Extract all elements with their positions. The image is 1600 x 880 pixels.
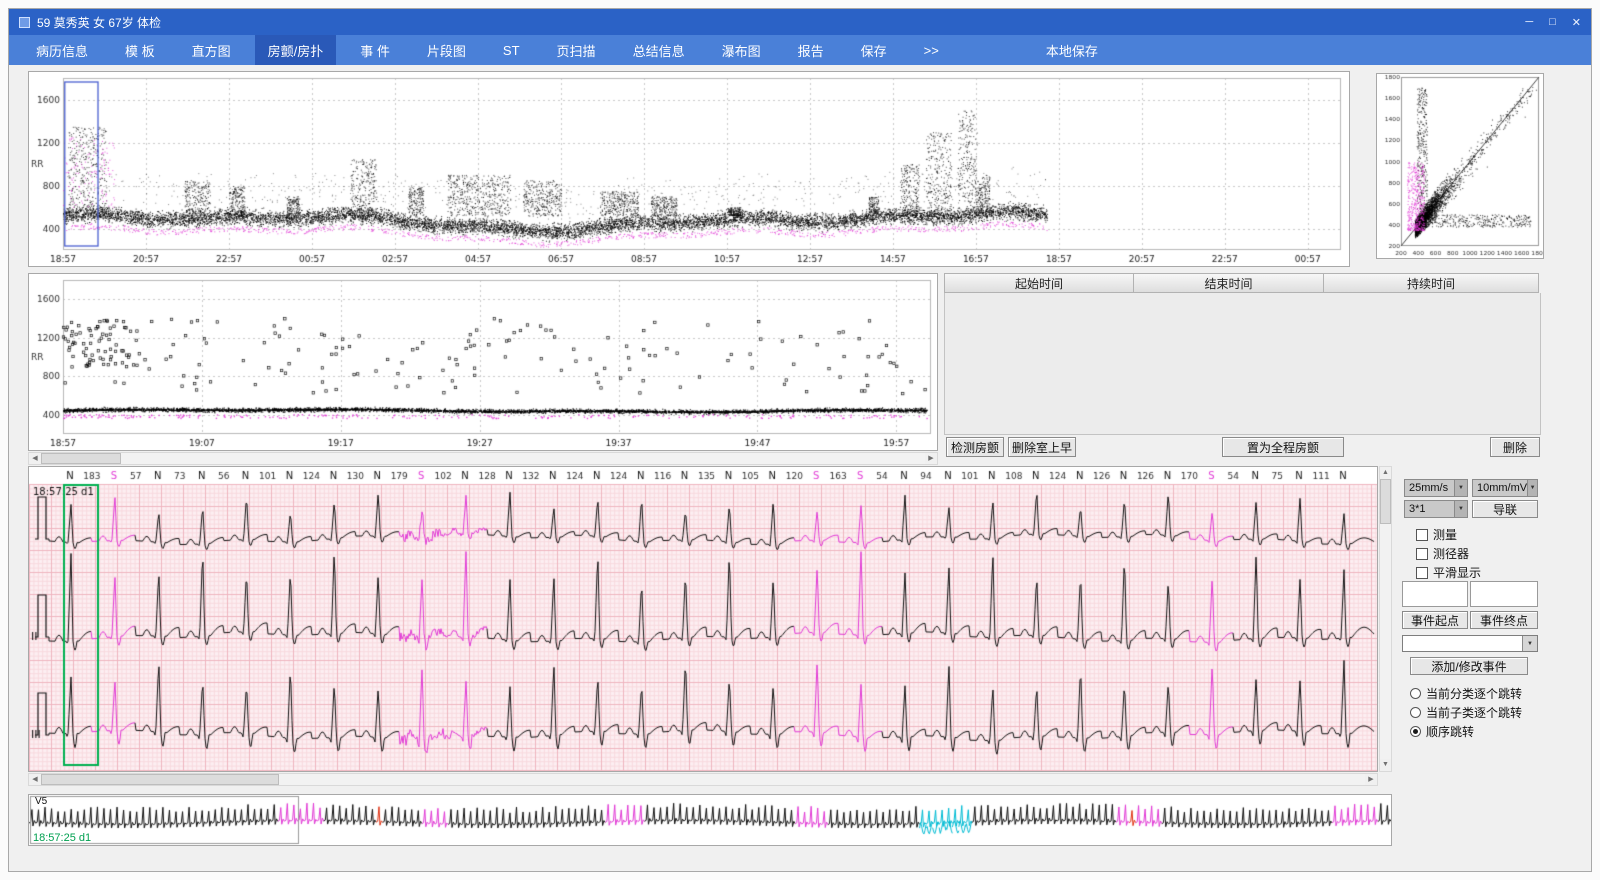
episodes-col-start[interactable]: 起始时间	[944, 273, 1134, 293]
checkbox-icon	[1416, 548, 1428, 560]
tab-st[interactable]: ST	[490, 35, 533, 65]
event-end-button[interactable]: 事件终点	[1470, 611, 1538, 629]
main-toolbar: 病历信息模 板直方图房颤/房扑事 件片段图 ST 页扫描总结信息瀑布图报告保存 >> 本…	[9, 35, 1591, 65]
scrollbar-thumb[interactable]	[41, 453, 121, 464]
checkbox-smooth-display[interactable]: 平滑显示	[1416, 564, 1481, 581]
tab-histogram[interactable]: 直方图	[179, 35, 244, 65]
radio-jump-sequential-label: 顺序跳转	[1426, 723, 1474, 740]
event-start-button[interactable]: 事件起点	[1402, 611, 1468, 629]
maximize-button[interactable]: □	[1549, 16, 1556, 29]
scroll-down-arrow[interactable]: ▼	[1380, 759, 1391, 771]
scrollbar-track[interactable]	[41, 453, 925, 464]
app-icon	[19, 17, 30, 28]
checkbox-measure-label: 测量	[1433, 526, 1457, 543]
tab-more[interactable]: >>	[911, 35, 952, 65]
checkbox-icon	[1416, 567, 1428, 579]
mini-timestamp: 18:57:25 d1	[33, 832, 91, 844]
delete-sve-button[interactable]: 删除室上早	[1008, 437, 1076, 457]
tab-report[interactable]: 报告	[785, 35, 837, 65]
tab-local-save[interactable]: 本地保存	[1033, 35, 1111, 65]
chevron-down-icon: ▼	[1454, 501, 1467, 517]
scroll-left-arrow[interactable]: ◀	[29, 453, 41, 464]
gain-select[interactable]: 10mm/mV ▼	[1472, 479, 1538, 497]
set-whole-af-button[interactable]: 置为全程房颤	[1222, 437, 1344, 457]
rr-zoom-chart[interactable]	[29, 274, 937, 450]
speed-value: 25mm/s	[1409, 482, 1448, 494]
lead-button[interactable]: 导联	[1472, 500, 1538, 518]
chevron-down-icon: ▼	[1527, 480, 1537, 496]
radio-jump-by-subclass[interactable]: 当前子类逐个跳转	[1410, 704, 1522, 721]
ecg-controls-panel: 25mm/s ▼ 10mm/mV ▼ 3*1 ▼ 导联 测量测径器平滑显示 事件…	[1396, 469, 1548, 784]
window-title: 59 莫秀英 女 67岁 体检	[37, 14, 161, 31]
minimize-button[interactable]: ─	[1525, 16, 1533, 29]
window-controls: ─ □ ✕	[1525, 16, 1581, 29]
ecg-strip-chart[interactable]	[29, 467, 1377, 771]
tab-page-scan[interactable]: 页扫描	[544, 35, 609, 65]
checkbox-measure[interactable]: 测量	[1416, 526, 1457, 543]
chevron-down-icon: ▼	[1522, 636, 1537, 651]
checkbox-icon	[1416, 529, 1428, 541]
radio-icon	[1410, 726, 1421, 737]
tab-template[interactable]: 模 板	[112, 35, 168, 65]
scroll-left-arrow[interactable]: ◀	[29, 774, 41, 785]
scroll-right-arrow[interactable]: ▶	[1365, 774, 1377, 785]
checkbox-caliper-label: 测径器	[1433, 545, 1469, 562]
tab-fragments[interactable]: 片段图	[414, 35, 479, 65]
ecg-horizontal-scrollbar[interactable]: ◀▶	[28, 773, 1378, 786]
scrollbar-track[interactable]	[41, 774, 1365, 785]
tab-summary[interactable]: 总结信息	[620, 35, 698, 65]
speed-select[interactable]: 25mm/s ▼	[1404, 479, 1468, 497]
poincare-panel	[1376, 73, 1544, 259]
gain-value: 10mm/mV	[1477, 482, 1527, 494]
radio-jump-sequential[interactable]: 顺序跳转	[1410, 723, 1474, 740]
overview-strip-panel: V5 18:57:25 d1	[28, 794, 1392, 846]
event-type-select[interactable]: ▼	[1402, 635, 1538, 652]
close-button[interactable]: ✕	[1572, 16, 1581, 29]
add-modify-event-button[interactable]: 添加/修改事件	[1410, 657, 1528, 675]
detect-af-button[interactable]: 检测房颤	[946, 437, 1004, 457]
scroll-right-arrow[interactable]: ▶	[925, 453, 937, 464]
tab-events[interactable]: 事 件	[347, 35, 403, 65]
radio-icon	[1410, 688, 1421, 699]
layout-value: 3*1	[1409, 503, 1426, 515]
title-bar: 59 莫秀英 女 67岁 体检 ─ □ ✕	[9, 9, 1591, 35]
episodes-header: 起始时间结束时间持续时间	[944, 273, 1541, 293]
episodes-actions: 检测房颤删除室上早 置为全程房颤 删除	[944, 437, 1544, 459]
episodes-col-end[interactable]: 结束时间	[1134, 273, 1324, 293]
app-window: 59 莫秀英 女 67岁 体检 ─ □ ✕ 病历信息模 板直方图房颤/房扑事 件…	[8, 8, 1592, 872]
chevron-down-icon: ▼	[1454, 480, 1467, 496]
episodes-col-duration[interactable]: 持续时间	[1324, 273, 1539, 293]
tab-patient-info[interactable]: 病历信息	[23, 35, 101, 65]
layout-select[interactable]: 3*1 ▼	[1404, 500, 1468, 518]
event-end-field[interactable]	[1470, 581, 1538, 607]
poincare-chart[interactable]	[1377, 74, 1543, 258]
overview-strip-chart[interactable]	[29, 795, 1391, 845]
event-start-field[interactable]	[1402, 581, 1468, 607]
rr-zoom-panel	[28, 273, 938, 451]
rr-trend-chart[interactable]	[29, 72, 1349, 266]
radio-jump-by-class[interactable]: 当前分类逐个跳转	[1410, 685, 1522, 702]
scrollbar-thumb[interactable]	[41, 774, 279, 785]
tab-af-flutter[interactable]: 房颤/房扑	[255, 35, 337, 65]
radio-jump-by-subclass-label: 当前子类逐个跳转	[1426, 704, 1522, 721]
checkbox-caliper[interactable]: 测径器	[1416, 545, 1469, 562]
episodes-list[interactable]	[944, 293, 1541, 435]
scroll-up-arrow[interactable]: ▲	[1380, 467, 1391, 479]
rr-trend-panel	[28, 71, 1350, 267]
ecg-panel	[28, 466, 1378, 772]
radio-jump-by-class-label: 当前分类逐个跳转	[1426, 685, 1522, 702]
radio-icon	[1410, 707, 1421, 718]
scrollbar-track[interactable]	[1380, 479, 1391, 759]
tab-save[interactable]: 保存	[848, 35, 900, 65]
checkbox-smooth-display-label: 平滑显示	[1433, 564, 1481, 581]
tab-waterfall[interactable]: 瀑布图	[709, 35, 774, 65]
mini-lead-label: V5	[35, 796, 47, 807]
rr-zoom-scrollbar[interactable]: ◀▶	[28, 452, 938, 465]
ecg-vertical-scrollbar[interactable]: ▲▼	[1379, 466, 1392, 772]
delete-button[interactable]: 删除	[1490, 437, 1540, 457]
scrollbar-thumb[interactable]	[1380, 479, 1391, 524]
episodes-panel: 起始时间结束时间持续时间	[944, 273, 1541, 435]
